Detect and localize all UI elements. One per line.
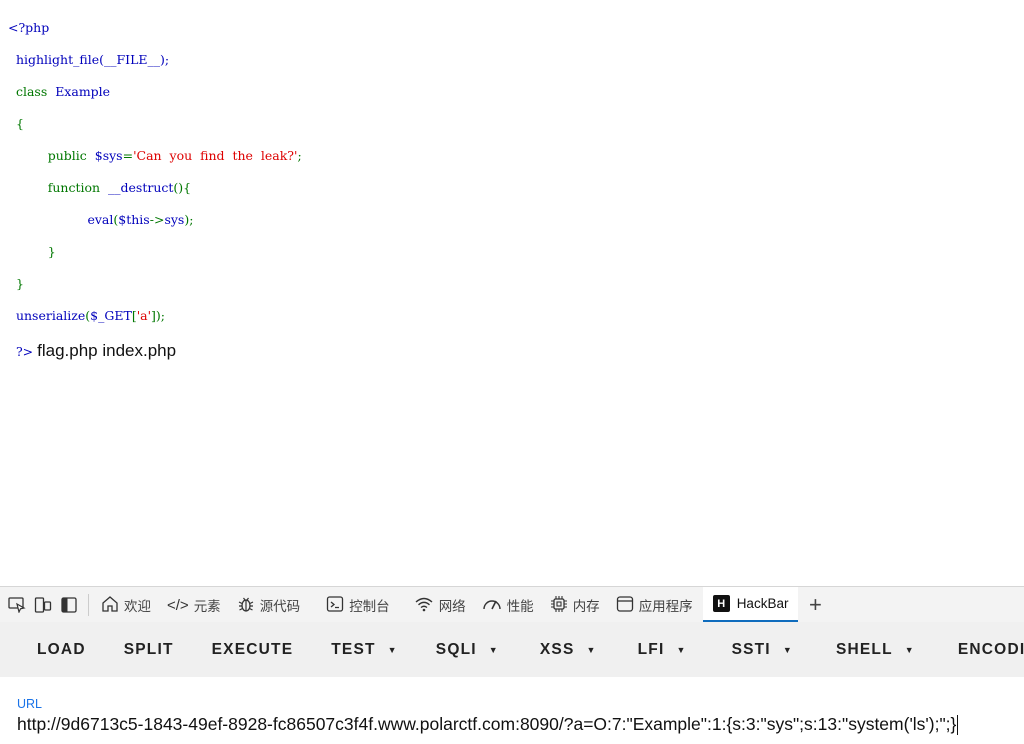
- add-tab-icon[interactable]: +: [802, 587, 828, 623]
- xss-label: XSS: [539, 640, 575, 658]
- tab-console[interactable]: 控制台: [308, 587, 398, 623]
- destruct-name: __destruct: [108, 180, 174, 195]
- code-icon: </>: [167, 596, 189, 614]
- tab-application[interactable]: 应用程序: [608, 587, 701, 623]
- arrow: ->: [149, 212, 165, 227]
- unserialize-fn: unserialize: [15, 308, 86, 323]
- tab-label: 元素: [193, 599, 221, 614]
- public-keyword: public: [47, 148, 87, 163]
- class-name: Example: [55, 84, 111, 99]
- hackbar-logo-icon: H: [712, 595, 730, 612]
- encoding-dropdown[interactable]: ENCODING: [934, 622, 1024, 677]
- tab-label: 性能: [506, 599, 534, 614]
- brace-close: }: [15, 276, 24, 291]
- console-icon: [326, 595, 344, 616]
- brace-close-inner: }: [47, 244, 56, 259]
- devtools-tabbar: 欢迎 </> 元素 源代码 控制台 网络 性能 内存 应用程序 H HackBa…: [0, 586, 1024, 623]
- php-open-tag: <?php: [8, 20, 50, 35]
- ssti-label: SSTI: [731, 640, 771, 658]
- url-field[interactable]: http://9d6713c5-1843-49ef-8928-fc86507c3…: [17, 714, 959, 736]
- page-output: flag.php index.php: [37, 341, 177, 360]
- test-dropdown[interactable]: TEST ▼: [312, 622, 417, 677]
- text-cursor: [957, 715, 959, 736]
- sys-prop: sys: [164, 212, 185, 227]
- inspect-icon[interactable]: [4, 587, 30, 623]
- function-keyword: function: [47, 180, 101, 195]
- tab-label: 内存: [572, 599, 600, 614]
- encoding-label: ENCODING: [957, 640, 1024, 658]
- home-icon: [101, 595, 119, 616]
- chip-icon: [550, 595, 568, 616]
- split-button[interactable]: SPLIT: [105, 622, 193, 677]
- get-var: $_GET: [90, 308, 132, 323]
- hackbar-toolbar: LOAD SPLIT EXECUTE TEST ▼ SQLI ▼ XSS ▼ LFI ▼…: [0, 622, 1024, 677]
- sqli-label: SQLI: [435, 640, 477, 658]
- lfi-dropdown[interactable]: LFI ▼: [616, 622, 706, 677]
- dock-icon[interactable]: [56, 587, 82, 623]
- caret-down-icon: ▼: [586, 644, 597, 655]
- shell-dropdown[interactable]: SHELL ▼: [812, 622, 934, 677]
- load-button[interactable]: LOAD: [0, 622, 105, 677]
- brace: {: [15, 116, 24, 131]
- wifi-icon: [414, 596, 434, 615]
- tab-network[interactable]: 网络: [398, 587, 474, 623]
- url-text: http://9d6713c5-1843-49ef-8928-fc86507c3…: [17, 714, 957, 734]
- test-label: TEST: [331, 640, 376, 658]
- paren-close: );: [184, 212, 194, 227]
- tab-label: HackBar: [736, 596, 789, 611]
- caret-down-icon: ▼: [387, 644, 398, 655]
- tab-label: 应用程序: [638, 599, 693, 614]
- xss-dropdown[interactable]: XSS ▼: [518, 622, 616, 677]
- sys-var: $sys: [94, 148, 123, 163]
- caret-down-icon: ▼: [488, 644, 499, 655]
- tab-label: 网络: [438, 599, 466, 614]
- php-close-tag: ?>: [15, 344, 34, 359]
- caret-down-icon: ▼: [782, 644, 793, 655]
- window-icon: [616, 595, 634, 616]
- device-emulation-icon[interactable]: [30, 587, 56, 623]
- tab-performance[interactable]: 性能: [474, 587, 542, 623]
- bug-icon: [237, 595, 255, 616]
- tab-welcome[interactable]: 欢迎: [93, 587, 159, 623]
- class-keyword: class: [15, 84, 48, 99]
- lfi-label: LFI: [637, 640, 665, 658]
- paren: (){: [173, 180, 192, 195]
- caret-down-icon: ▼: [676, 644, 687, 655]
- execute-button[interactable]: EXECUTE: [193, 622, 313, 677]
- tab-sources[interactable]: 源代码: [229, 587, 309, 623]
- code-line-highlight: highlight_file(__FILE__);: [15, 52, 170, 67]
- key-string: 'a': [136, 308, 152, 323]
- tab-label: 欢迎: [124, 599, 151, 614]
- this-var: $this: [118, 212, 150, 227]
- line-end: ]);: [151, 308, 166, 323]
- tab-label: 源代码: [259, 599, 301, 614]
- tab-label: 控制台: [349, 599, 390, 614]
- php-source: <?php highlight_file(__FILE__); class Ex…: [8, 4, 302, 378]
- gauge-icon: [482, 596, 502, 615]
- caret-down-icon: ▼: [904, 644, 915, 655]
- tab-elements[interactable]: </> 元素: [159, 587, 229, 623]
- shell-label: SHELL: [835, 640, 893, 658]
- url-label: URL: [17, 697, 43, 711]
- ssti-dropdown[interactable]: SSTI ▼: [706, 622, 812, 677]
- equals: =: [122, 148, 134, 163]
- tab-hackbar[interactable]: H HackBar: [702, 587, 799, 623]
- tab-memory[interactable]: 内存: [542, 587, 608, 623]
- eval-fn: eval: [87, 212, 114, 227]
- semicolon: ;: [297, 148, 302, 163]
- sqli-dropdown[interactable]: SQLI ▼: [417, 622, 518, 677]
- sys-string: 'Can you find the leak?': [133, 148, 298, 163]
